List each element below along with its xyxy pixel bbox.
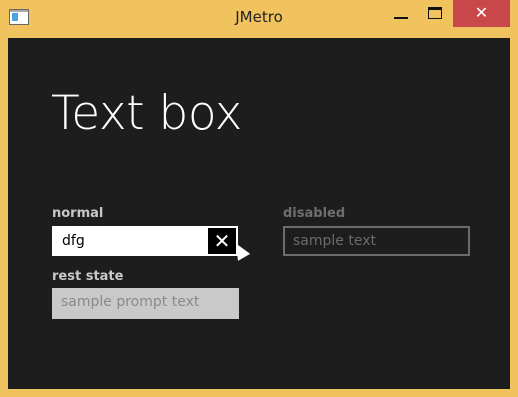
normal-text-box[interactable]: dfg ✕: [52, 226, 238, 256]
app-window: JMetro ✕ Text box normal dfg ✕ disabled …: [0, 0, 518, 397]
disabled-placeholder: sample text: [293, 233, 376, 249]
rest-state-text-box[interactable]: sample prompt text: [52, 288, 239, 319]
maximize-icon: [428, 7, 442, 19]
close-icon: ✕: [474, 3, 489, 22]
content-area: Text box normal dfg ✕ disabled sample te…: [8, 38, 510, 389]
minimize-icon: [394, 17, 408, 19]
minimize-button[interactable]: [386, 0, 416, 27]
title-bar[interactable]: JMetro ✕: [0, 0, 518, 38]
normal-label: normal: [52, 206, 104, 221]
normal-text-value: dfg: [62, 233, 85, 249]
rest-state-label: rest state: [52, 269, 124, 284]
close-button[interactable]: ✕: [453, 0, 510, 27]
maximize-button[interactable]: [420, 0, 450, 27]
disabled-text-box: sample text: [283, 226, 470, 256]
rest-state-placeholder: sample prompt text: [61, 294, 200, 310]
disabled-label: disabled: [283, 206, 346, 221]
page-title: Text box: [51, 86, 242, 141]
